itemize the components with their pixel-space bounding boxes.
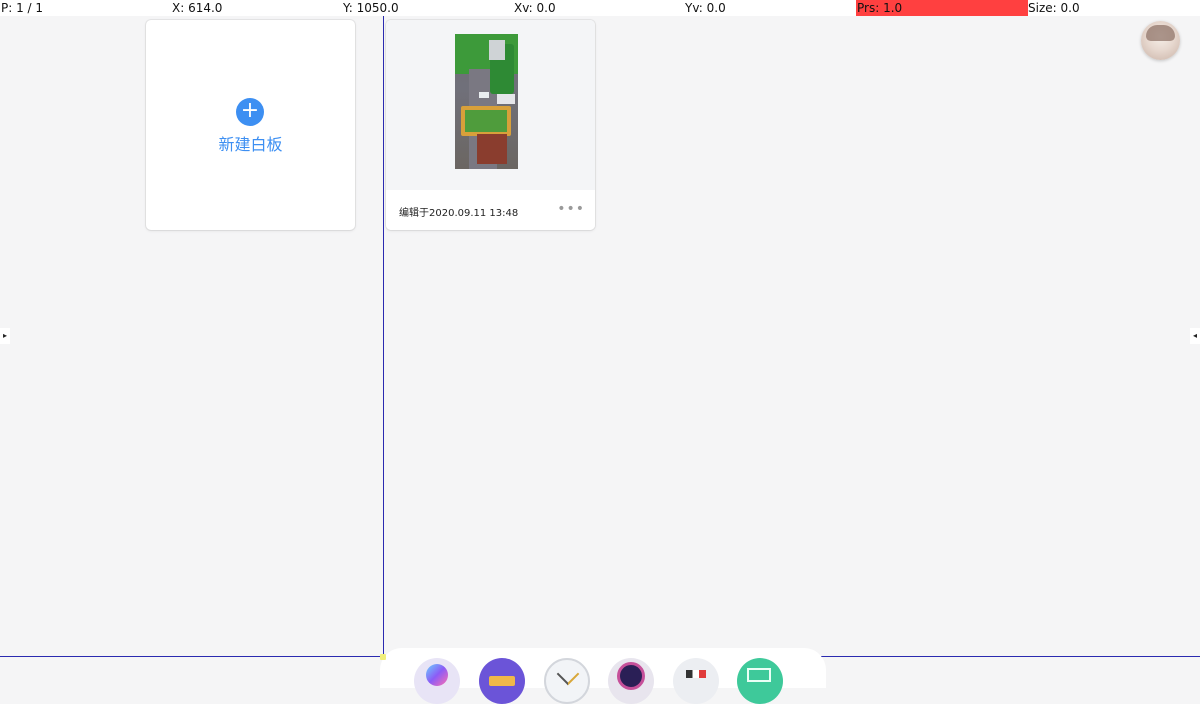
clock-icon[interactable]	[544, 658, 590, 704]
left-drawer-handle-icon[interactable]: ▸	[0, 328, 10, 344]
whiteboard-icon[interactable]	[737, 658, 783, 704]
pointer-count: P: 1 / 1	[1, 1, 44, 15]
app-icon-1[interactable]	[414, 658, 460, 704]
app-dock	[380, 648, 826, 704]
pointer-size: Size: 0.0	[1028, 1, 1080, 15]
camera-icon[interactable]	[608, 658, 654, 704]
right-drawer-handle-icon[interactable]: ◂	[1190, 328, 1200, 344]
pointer-debug-bar: P: 1 / 1 X: 614.0 Y: 1050.0 Xv: 0.0 Yv: …	[0, 0, 1200, 16]
pointer-pressure: Prs: 1.0	[856, 0, 1028, 16]
files-icon[interactable]	[479, 658, 525, 704]
board-thumbnail-area[interactable]	[386, 20, 595, 190]
pointer-yv: Yv: 0.0	[685, 1, 726, 15]
board-thumbnail-image	[455, 34, 518, 169]
board-card-footer: 编辑于2020.09.11 13:48 •••	[386, 190, 595, 230]
pointer-x: X: 614.0	[172, 1, 223, 15]
flag-icon[interactable]	[673, 658, 719, 704]
touch-point-marker	[380, 654, 386, 660]
whiteboard-card[interactable]: 编辑于2020.09.11 13:48 •••	[386, 20, 595, 230]
edited-timestamp: 编辑于2020.09.11 13:48	[399, 208, 519, 219]
pointer-crosshair-vertical	[383, 16, 384, 675]
plus-icon: +	[236, 98, 264, 126]
user-avatar[interactable]	[1141, 21, 1180, 60]
pointer-y: Y: 1050.0	[343, 1, 399, 15]
more-options-icon[interactable]: •••	[557, 201, 585, 217]
new-whiteboard-card[interactable]: + 新建白板	[146, 20, 355, 230]
new-whiteboard-label: 新建白板	[218, 135, 283, 154]
pointer-xv: Xv: 0.0	[514, 1, 556, 15]
